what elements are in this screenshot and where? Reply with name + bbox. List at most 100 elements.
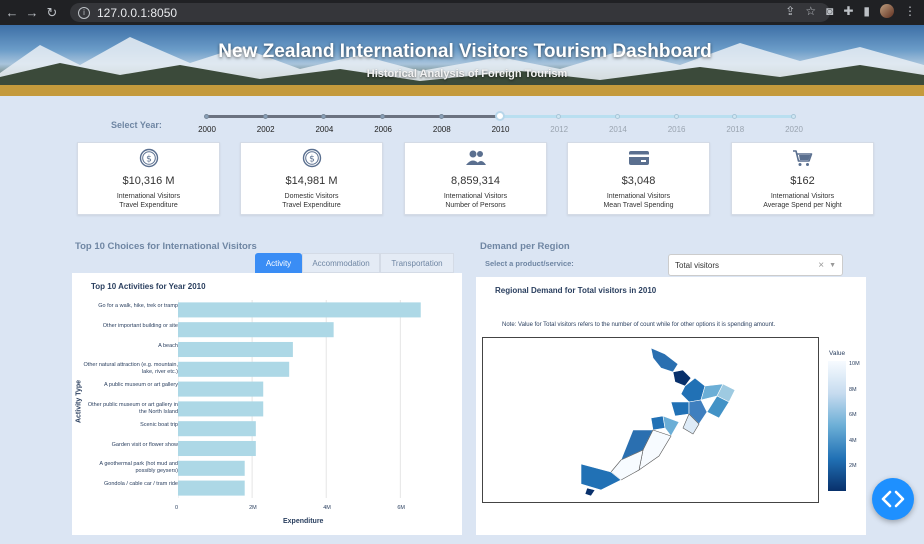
bar[interactable] (178, 401, 264, 417)
clear-icon[interactable]: × (818, 260, 824, 271)
bar[interactable] (178, 421, 256, 437)
year-slider-mark-label[interactable]: 2000 (192, 125, 222, 134)
bar[interactable] (178, 322, 334, 338)
kpi-value: $3,048 (621, 175, 656, 187)
product-select-dropdown[interactable]: Total visitors × ▼ (668, 254, 843, 276)
kpi-value: $162 (790, 175, 815, 187)
year-slider-mark-label[interactable]: 2016 (662, 125, 692, 134)
product-select-value: Total visitors (675, 260, 720, 270)
url-text: 127.0.0.1:8050 (97, 5, 178, 20)
colorbar-title: Value (829, 350, 846, 357)
chart-title: Top 10 Activities for Year 2010 (91, 282, 206, 291)
category-label: Garden visit or flower show (111, 441, 178, 448)
tab-transportation[interactable]: Transportation (380, 253, 454, 273)
share-icon[interactable]: ⇪ (785, 4, 795, 18)
category-label: Other important building or site (102, 322, 178, 329)
category-label: Gondola / cable car / tram ride (104, 481, 178, 488)
reload-icon[interactable]: ↻ (44, 5, 60, 21)
year-slider-mark-label[interactable]: 2002 (251, 125, 281, 134)
year-slider-dot[interactable] (732, 114, 738, 119)
year-slider-dot[interactable] (321, 114, 327, 119)
map-region-nelson-tasman (650, 415, 666, 431)
choice-tabs: Activity Accommodation Transportation (255, 253, 454, 273)
year-slider-dot[interactable] (380, 114, 386, 119)
profile-avatar[interactable] (880, 4, 894, 18)
camera-icon[interactable]: ◙ (826, 4, 833, 18)
category-label: Other public museum or art gallery in th… (87, 401, 178, 415)
bar[interactable] (178, 302, 421, 318)
site-info-icon[interactable]: i (78, 6, 90, 19)
year-slider-dot[interactable] (614, 114, 620, 119)
year-slider-handle[interactable] (495, 111, 505, 121)
x-axis-title: Expenditure (283, 518, 324, 525)
year-slider-mark-label[interactable]: 2014 (603, 125, 633, 134)
kpi-label: Domestic Visitors Travel Expenditure (282, 193, 341, 209)
map-region-taranaki (670, 401, 690, 417)
year-slider-dot[interactable] (673, 114, 679, 119)
header-banner: New Zealand International Visitors Touri… (0, 25, 924, 96)
sidepanel-icon[interactable]: ▮ (863, 4, 870, 18)
dollar-icon: $ (78, 148, 219, 168)
dollar-icon: $ (241, 148, 382, 168)
forward-icon[interactable]: → (24, 5, 40, 20)
category-label: A geothermal park (hot mud and possibly … (99, 461, 178, 475)
x-tick-label: 6M (397, 505, 405, 511)
category-label: Scenic boat trip (140, 421, 178, 428)
kpi-value: 8,859,314 (451, 175, 500, 187)
bookmark-star-icon[interactable]: ☆ (805, 4, 816, 18)
x-tick-label: 0 (175, 505, 179, 511)
year-slider-mark-label[interactable]: 2012 (544, 125, 574, 134)
activities-bar-chart (178, 300, 421, 498)
year-slider-mark-label[interactable]: 2018 (720, 125, 750, 134)
year-slider-dot[interactable] (556, 114, 562, 119)
category-label: Go for a walk, hike, trek or tramp (98, 302, 178, 309)
map-note: Note: Value for Total visitors refers to… (502, 322, 776, 328)
year-slider-mark-label[interactable]: 2008 (427, 125, 457, 134)
colorbar-tick-label: 2M (849, 463, 857, 470)
dashboard-subtitle: Historical Analysis of Foreign Tourism (366, 68, 568, 80)
year-slider-dot[interactable] (438, 114, 444, 119)
year-slider-dot[interactable] (204, 114, 209, 119)
kpi-label: International Visitors Mean Travel Spendi… (603, 193, 674, 209)
product-select-label: Select a product/service: (485, 259, 574, 268)
category-label: Other natural attraction (e.g. mountain,… (83, 362, 178, 376)
dashboard-title: New Zealand International Visitors Touri… (218, 41, 712, 62)
bar[interactable] (178, 460, 245, 476)
bar[interactable] (178, 381, 264, 397)
year-slider-mark-label[interactable]: 2004 (309, 125, 339, 134)
kpi-card-domestic-expenditure: $ $14,981 M Domestic Visitors Travel Expend… (240, 142, 383, 215)
colorbar-tick-label: 10M (849, 361, 860, 367)
chevron-down-icon[interactable]: ▼ (829, 262, 836, 269)
bar[interactable] (178, 341, 293, 358)
bar[interactable] (178, 361, 290, 377)
kpi-label: International Visitors Travel Expenditure (116, 193, 181, 209)
extensions-icon[interactable]: ✚ (843, 4, 853, 18)
map-region-marlborough (662, 415, 680, 437)
code-toggle-button[interactable] (872, 478, 914, 520)
year-slider-mark-label[interactable]: 2010 (486, 125, 516, 134)
address-bar[interactable]: i 127.0.0.1:8050 (70, 3, 830, 22)
card-icon (568, 148, 709, 168)
menu-icon[interactable]: ⋮ (904, 4, 916, 18)
year-slider-dot[interactable] (791, 114, 796, 119)
colorbar-tick-label: 8M (849, 386, 857, 393)
tab-activity[interactable]: Activity (255, 253, 302, 273)
year-slider-track (207, 115, 500, 118)
cart-icon (732, 148, 873, 168)
svg-text:$: $ (309, 155, 315, 165)
year-slider-mark-label[interactable]: 2020 (779, 125, 809, 134)
back-icon[interactable]: ← (4, 5, 20, 20)
year-slider-dot[interactable] (262, 114, 268, 119)
bar[interactable] (178, 480, 245, 496)
bar[interactable] (178, 440, 256, 457)
year-slider-mark-label[interactable]: 2006 (368, 125, 398, 134)
nz-choropleth-map[interactable] (482, 337, 819, 503)
tab-accommodation[interactable]: Accommodation (302, 253, 380, 273)
colorbar (828, 361, 846, 491)
x-tick-label: 2M (249, 505, 257, 511)
svg-text:$: $ (146, 155, 152, 165)
activities-section-title: Top 10 Choices for International Visitor… (75, 241, 257, 252)
map-region-northland (650, 347, 679, 373)
kpi-card-intl-expenditure: $ $10,316 M International Visitors Travel E… (77, 142, 220, 215)
colorbar-tick-label: 4M (849, 437, 857, 444)
